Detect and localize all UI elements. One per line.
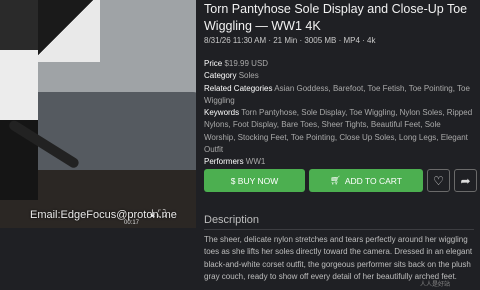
download-icon[interactable]: ⤓ <box>150 208 155 220</box>
description-text: The sheer, delicate nylon stretches and … <box>204 235 473 281</box>
cart-icon: 🛒︎ <box>330 175 341 185</box>
keywords-label: Keywords <box>204 108 240 118</box>
keywords-value[interactable]: Torn Pantyhose, Sole Display, Toe Wiggli… <box>204 108 472 154</box>
video-scene-artwork <box>30 0 100 62</box>
product-meta: 8/31/26 11:30 AM · 21 Min · 3005 MB · MP… <box>204 36 376 45</box>
category-value[interactable]: Soles <box>239 71 259 80</box>
video-player[interactable]: Email:EdgeFocus@proton.me 00:17 ⤓ ⛶ <box>0 0 196 228</box>
video-scene-couch <box>28 92 196 172</box>
heart-icon: ♡ <box>433 173 444 188</box>
corner-watermark: 人人是好站 <box>420 282 451 288</box>
price-value: $19.99 USD <box>224 59 269 68</box>
share-icon: ➦ <box>460 173 471 188</box>
add-to-cart-label: ADD TO CART <box>344 175 402 186</box>
video-scene-performer <box>0 0 38 200</box>
fullscreen-icon[interactable]: ⛶ <box>158 208 166 220</box>
favorite-button[interactable]: ♡ <box>427 169 450 192</box>
add-to-cart-button[interactable]: 🛒︎ ADD TO CART <box>309 169 423 192</box>
description-divider <box>204 229 474 230</box>
performers-label: Performers <box>204 157 244 167</box>
related-categories-label: Related Categories <box>204 83 273 93</box>
share-button[interactable]: ➦ <box>454 169 477 192</box>
video-controls: ⤓ ⛶ <box>150 208 166 221</box>
video-time: 00:17 <box>124 220 140 226</box>
performers-value[interactable]: WW1 <box>246 157 266 166</box>
buy-now-button[interactable]: $ BUY NOW <box>204 169 305 192</box>
product-title: Torn Pantyhose Sole Display and Close-Up… <box>204 2 468 33</box>
description-heading: Description <box>204 214 260 226</box>
price-label: Price <box>204 59 223 68</box>
product-info: Price $19.99 USD Category Soles Related … <box>204 58 474 169</box>
category-label: Category <box>204 71 237 81</box>
